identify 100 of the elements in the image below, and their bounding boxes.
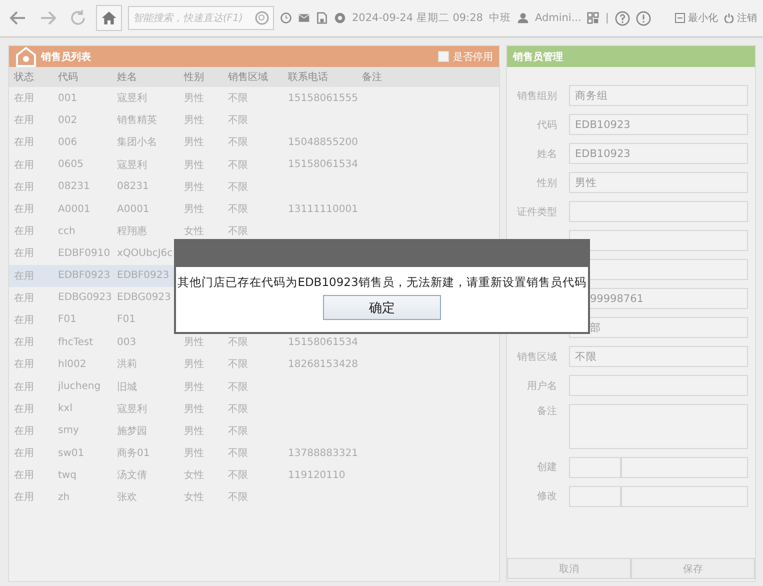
table-cell-text: 006	[58, 136, 78, 148]
save-button[interactable]: 保存	[631, 558, 755, 579]
save-icon[interactable]	[316, 12, 328, 24]
input-field[interactable]	[569, 456, 621, 478]
input-field[interactable]	[621, 486, 748, 507]
table-row[interactable]: 在用 kxl 寇昱利 男性 不限	[9, 398, 499, 420]
table-cell-text: 15158061534	[288, 159, 359, 170]
table-row[interactable]: 在用 smy 施梦园 男性 不限	[9, 420, 499, 442]
table-cell-text: 08231	[117, 181, 150, 192]
qr-code-icon[interactable]	[587, 12, 600, 24]
clock-icon[interactable]	[280, 12, 292, 24]
checkbox-label: 是否停用	[453, 50, 493, 64]
logout-button[interactable]: 注销	[724, 11, 757, 25]
field-label: 销售区域	[517, 352, 557, 363]
table-row[interactable]: 在用 001 寇昱利 男性 不限 15158061555	[9, 87, 499, 110]
table-cell-text: 在用	[14, 314, 35, 327]
table-row[interactable]: 在用 fhcTest 003 男性 不限 15158061534	[9, 331, 499, 354]
table-cell-text: 在用	[14, 380, 35, 394]
minimize-icon	[675, 13, 685, 23]
table-cell-text: 男性	[184, 402, 205, 416]
table-cell-text: 男性	[184, 446, 205, 460]
table-cell-text: A0001	[117, 204, 150, 215]
table-cell-text: 集团小名	[117, 136, 158, 150]
table-cell-text: 在用	[14, 358, 35, 372]
table-cell-text: 女性	[184, 490, 205, 504]
refresh-icon[interactable]	[68, 8, 88, 28]
column-header[interactable]: 代码	[58, 70, 117, 84]
table-cell-text: zh	[58, 492, 71, 503]
input-field[interactable]: 男性	[569, 172, 748, 194]
table-cell-text: 在用	[14, 203, 35, 216]
user-name[interactable]: Admini...	[534, 12, 582, 24]
table-cell-text: 寇昱利	[117, 158, 148, 172]
table-cell-text: 在用	[14, 247, 35, 260]
table-cell-text: EDBG0923	[117, 292, 172, 304]
table-row[interactable]: 在用 006 集团小名 男性 不限 15048855200	[9, 131, 499, 154]
table-cell-text: 寇昱利	[117, 402, 148, 416]
table-cell-text: 不限	[228, 491, 249, 504]
input-field[interactable]	[569, 201, 748, 222]
table-cell-text: F01	[58, 314, 78, 326]
input-field[interactable]: EDB10923	[569, 143, 748, 164]
panel-title: 销售员管理	[513, 50, 563, 64]
table-cell-text: 不限	[228, 469, 249, 482]
table-row[interactable]: 在用 0605 寇昱利 男性 不限 15158061534	[9, 154, 499, 176]
field-label: 销售组别	[517, 90, 557, 102]
input-field[interactable]	[569, 486, 621, 507]
help-icon[interactable]	[614, 10, 630, 26]
input-field[interactable]: 商务组	[569, 85, 748, 106]
home-icon	[101, 10, 117, 26]
table-cell-text: 不限	[228, 225, 249, 238]
table-cell-text: 13788883321	[288, 448, 359, 459]
table-cell-text: 寇昱利	[117, 92, 148, 106]
table-cell-text: 在用	[14, 92, 35, 106]
info-icon[interactable]	[636, 10, 651, 26]
column-header[interactable]: 联系电话	[288, 70, 362, 84]
table-cell-text: 男性	[184, 158, 205, 172]
table-cell-text: 在用	[14, 158, 35, 172]
ok-button[interactable]: 确定	[323, 295, 441, 320]
table-row[interactable]: 在用 hl002 洪莉 男性 不限 18268153428	[9, 353, 499, 376]
input-field[interactable]: 部	[569, 317, 748, 338]
table-row[interactable]: 在用 jlucheng 旧城 男性 不限	[9, 375, 499, 398]
search-icon[interactable]	[255, 11, 269, 25]
table-row[interactable]: 在用 twq 汤文倩 女性 不限 119120110	[9, 464, 499, 486]
table-cell-text: 001	[58, 92, 78, 104]
column-header[interactable]: 备注	[362, 70, 402, 84]
mail-icon[interactable]	[298, 12, 310, 24]
table-cell-text: 男性	[184, 380, 205, 394]
input-field[interactable]: 不限	[569, 346, 748, 368]
column-header[interactable]: 销售区域	[228, 70, 288, 84]
checkbox[interactable]	[438, 51, 449, 62]
column-header[interactable]: 性别	[184, 70, 228, 84]
input-field[interactable]	[569, 375, 748, 396]
table-row[interactable]: 在用 08231 08231 男性 不限	[9, 176, 499, 198]
home-button[interactable]	[96, 5, 122, 31]
table-row[interactable]: 在用 zh 张欢 女性 不限	[9, 486, 499, 509]
minimize-button[interactable]: 最小化	[675, 11, 718, 25]
table-cell-text: cch	[58, 226, 76, 237]
table-cell-text: 不限	[228, 136, 249, 150]
column-header[interactable]: 状态	[14, 70, 58, 84]
panel-title: 销售员列表	[41, 50, 91, 64]
input-field[interactable]	[569, 230, 748, 252]
table-row[interactable]: 在用 cch 程翔惠 女性 不限	[9, 220, 499, 242]
settings-icon[interactable]	[334, 12, 346, 24]
field-label: 创建	[537, 462, 557, 474]
table-cell-text: 女性	[184, 224, 205, 238]
search-field[interactable]: 智能搜索，快速直达(F1)	[128, 6, 274, 30]
table-cell-text: jlucheng	[58, 381, 102, 392]
input-field[interactable]	[621, 456, 748, 478]
cancel-button[interactable]: 取消	[507, 558, 631, 579]
table-cell-text: 男性	[184, 202, 205, 216]
table-cell-text: EDBF0923	[117, 270, 170, 282]
table-row[interactable]: 在用 sw01 商务01 男性 不限 13788883321	[9, 442, 499, 464]
table-cell-text: 在用	[14, 469, 35, 482]
table-row[interactable]: 在用 A0001 A0001 男性 不限 13111110001	[9, 198, 499, 220]
table-cell-text: 在用	[14, 180, 35, 194]
input-field[interactable]: EDB10923	[569, 114, 748, 136]
table-row[interactable]: 在用 002 销售精英 男性 不限	[9, 109, 499, 132]
table-cell-text: 不限	[228, 158, 249, 172]
column-header[interactable]: 姓名	[117, 70, 184, 84]
table-cell-text: 在用	[14, 225, 35, 238]
text-area[interactable]	[569, 404, 748, 449]
